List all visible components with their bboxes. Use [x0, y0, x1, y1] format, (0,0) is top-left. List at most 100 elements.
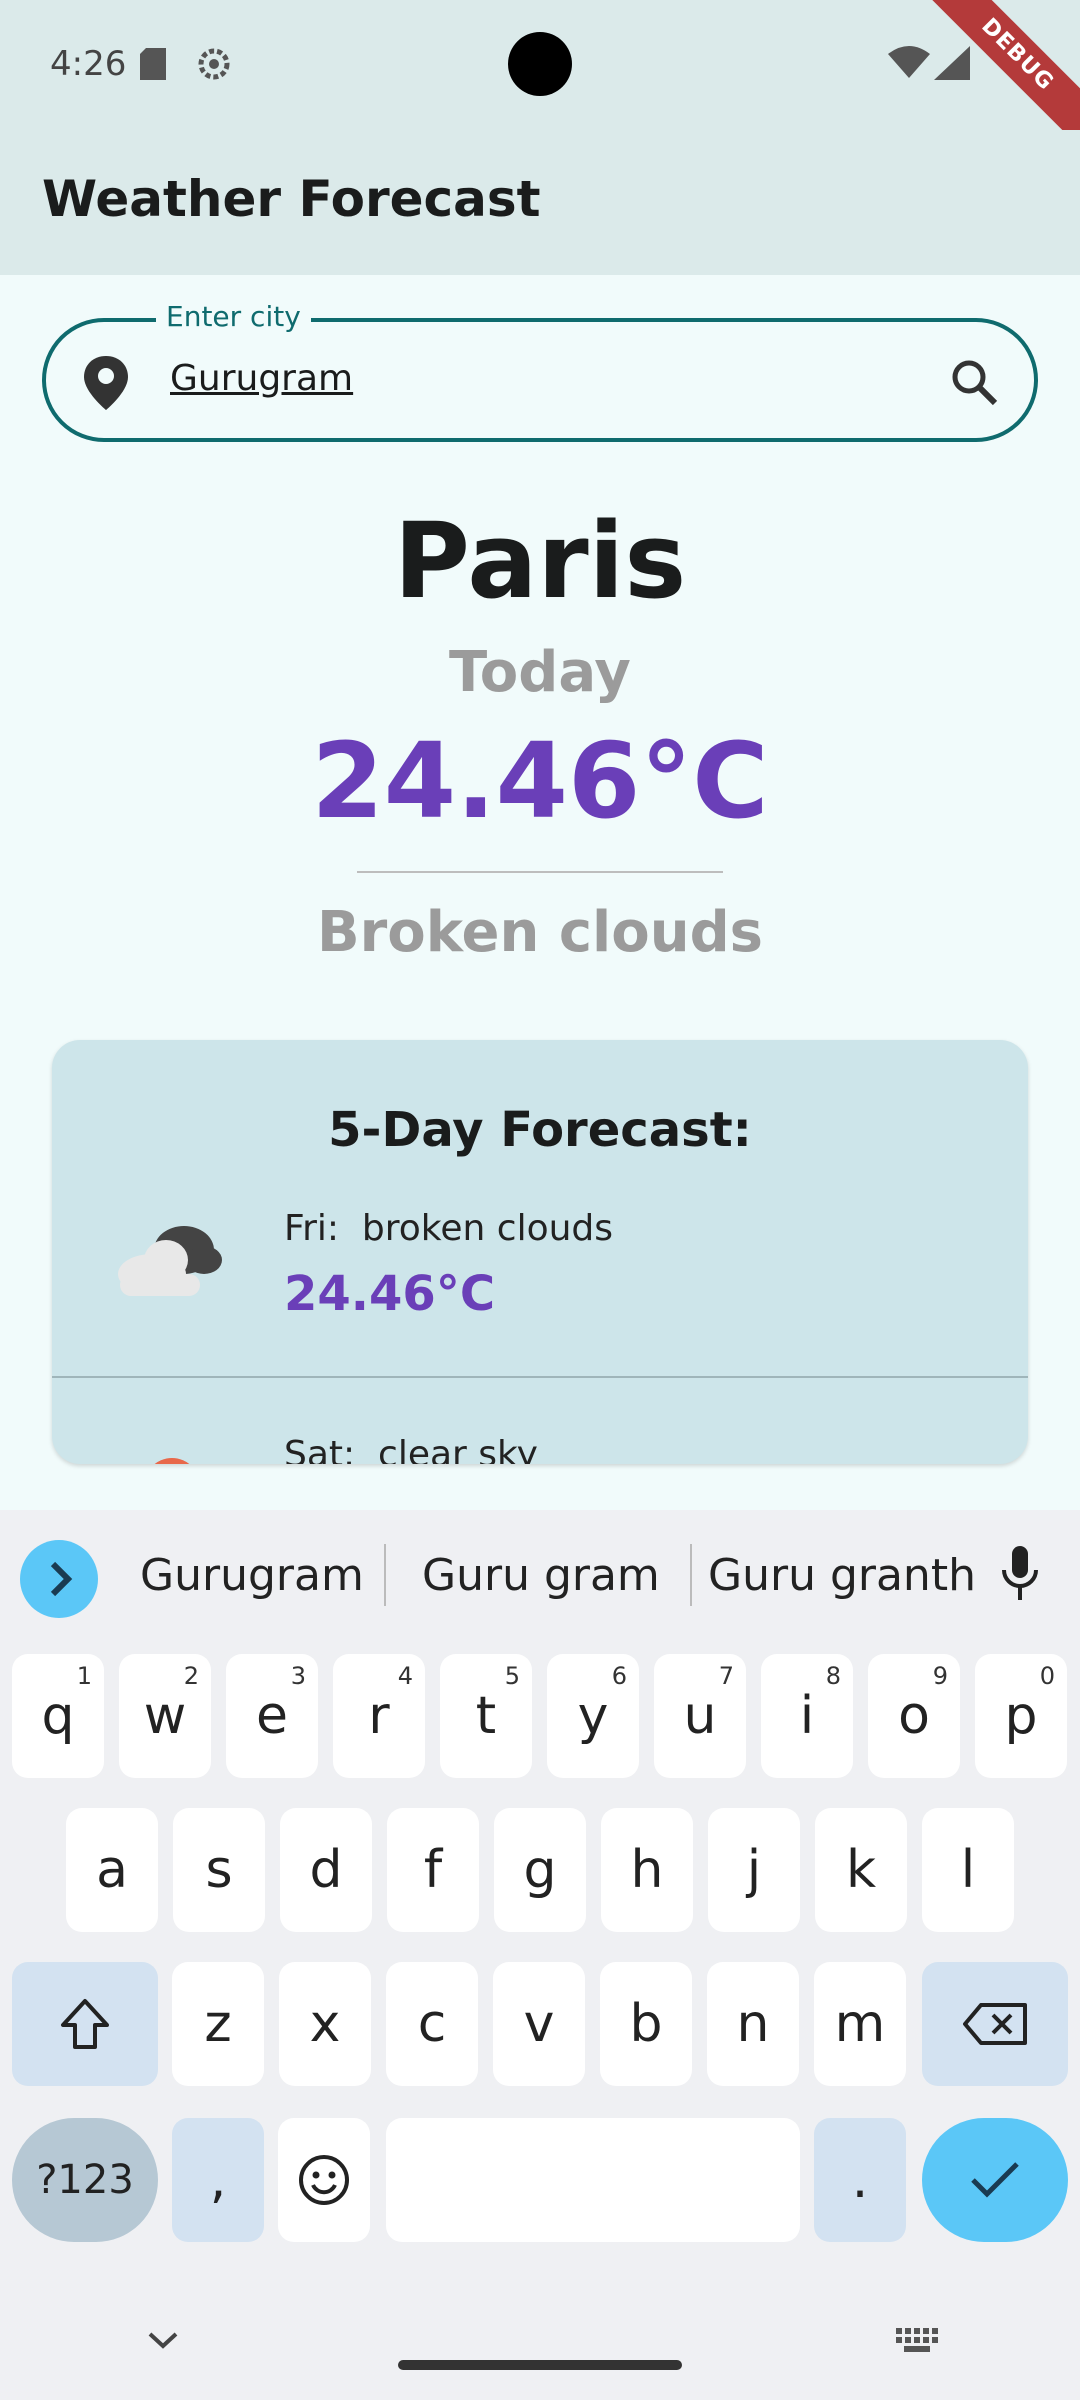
microphone-icon[interactable]: [1000, 1546, 1040, 1606]
key-m[interactable]: m: [814, 1962, 906, 2086]
key-k[interactable]: k: [815, 1808, 907, 1932]
search-icon[interactable]: [950, 358, 998, 410]
key-label: c: [417, 1994, 447, 2054]
list-item: Fri: broken clouds: [284, 1208, 613, 1249]
backspace-key[interactable]: [922, 1962, 1068, 2086]
emoji-key[interactable]: [278, 2118, 370, 2242]
suggestion-3[interactable]: Guru granth: [708, 1550, 976, 1601]
weather-description: Broken clouds: [316, 900, 763, 965]
app-title: Weather Forecast: [42, 170, 541, 228]
city-input[interactable]: Gurugram: [170, 358, 870, 399]
key-label: u: [683, 1686, 717, 1746]
key-label: k: [845, 1840, 877, 1900]
divider: [384, 1544, 386, 1606]
key-e[interactable]: e3: [226, 1654, 318, 1778]
sun-icon: [142, 1456, 202, 1464]
key-b[interactable]: b: [600, 1962, 692, 2086]
key-number-hint: 2: [183, 1662, 199, 1690]
key-label: d: [309, 1840, 343, 1900]
key-g[interactable]: g: [494, 1808, 586, 1932]
status-bar: 4:26 DEBUG: [0, 0, 1080, 159]
key-i[interactable]: i8: [761, 1654, 853, 1778]
key-number-hint: 3: [290, 1662, 306, 1690]
done-key[interactable]: [922, 2118, 1068, 2242]
key-t[interactable]: t5: [440, 1654, 532, 1778]
key-label: r: [368, 1686, 390, 1746]
key-s[interactable]: s: [173, 1808, 265, 1932]
key-number-hint: 8: [825, 1662, 841, 1690]
city-name: Paris: [393, 500, 687, 622]
forecast-title: 5-Day Forecast:: [328, 1102, 752, 1158]
key-d[interactable]: d: [280, 1808, 372, 1932]
key-j[interactable]: j: [708, 1808, 800, 1932]
key-c[interactable]: c: [386, 1962, 478, 2086]
key-y[interactable]: y6: [547, 1654, 639, 1778]
comma-key[interactable]: ,: [172, 2118, 264, 2242]
key-number-hint: 1: [76, 1662, 92, 1690]
key-label: x: [309, 1994, 341, 2054]
key-number-hint: 6: [611, 1662, 627, 1690]
camera-cutout: [508, 32, 572, 96]
key-number-hint: 5: [504, 1662, 520, 1690]
suggestions-expand-button[interactable]: [20, 1540, 98, 1618]
key-o[interactable]: o9: [868, 1654, 960, 1778]
key-v[interactable]: v: [493, 1962, 585, 2086]
key-label: w: [143, 1686, 187, 1746]
key-label: t: [475, 1686, 497, 1746]
key-q[interactable]: q1: [12, 1654, 104, 1778]
key-label: h: [630, 1840, 664, 1900]
key-label: j: [746, 1840, 762, 1900]
key-n[interactable]: n: [707, 1962, 799, 2086]
key-z[interactable]: z: [172, 1962, 264, 2086]
key-label: m: [834, 1994, 886, 2054]
key-label: z: [204, 1994, 232, 2054]
hide-keyboard-icon[interactable]: [146, 2330, 180, 2354]
settings-icon: [196, 46, 232, 86]
key-number-hint: 4: [397, 1662, 413, 1690]
signal-icon: [934, 46, 970, 84]
divider: [357, 871, 723, 873]
key-p[interactable]: p0: [975, 1654, 1067, 1778]
key-label: a: [96, 1840, 128, 1900]
key-label: p: [1004, 1686, 1038, 1746]
forecast-temperature: 24.46°C: [284, 1266, 496, 1322]
space-key[interactable]: [386, 2118, 800, 2242]
key-r[interactable]: r4: [333, 1654, 425, 1778]
key-label: e: [256, 1686, 288, 1746]
key-f[interactable]: f: [387, 1808, 479, 1932]
sd-card-icon: [140, 48, 166, 84]
key-number-hint: 9: [932, 1662, 948, 1690]
home-gesture-bar[interactable]: [398, 2360, 682, 2370]
soft-keyboard: Gurugram Guru gram Guru granth ?123 , . …: [0, 1510, 1080, 2400]
symbols-key[interactable]: ?123: [12, 2118, 158, 2242]
key-label: l: [960, 1840, 976, 1900]
city-field-label: Enter city: [156, 300, 311, 333]
key-u[interactable]: u7: [654, 1654, 746, 1778]
current-temperature: 24.46°C: [311, 720, 769, 842]
divider: [690, 1544, 692, 1606]
key-label: n: [736, 1994, 770, 2054]
key-l[interactable]: l: [922, 1808, 1014, 1932]
location-pin-icon: [82, 356, 130, 414]
key-x[interactable]: x: [279, 1962, 371, 2086]
key-label: g: [523, 1840, 557, 1900]
suggestion-2[interactable]: Guru gram: [422, 1550, 660, 1601]
city-search-field[interactable]: Enter city Gurugram: [42, 300, 1038, 442]
list-item: Sat: clear sky: [284, 1434, 538, 1464]
app-bar: Weather Forecast: [0, 130, 1080, 275]
key-w[interactable]: w2: [119, 1654, 211, 1778]
period-key[interactable]: .: [814, 2118, 906, 2242]
key-label: i: [799, 1686, 815, 1746]
keyboard-switch-icon[interactable]: [894, 2326, 940, 2358]
key-label: s: [205, 1840, 233, 1900]
forecast-day: Sat:: [284, 1434, 356, 1464]
shift-key[interactable]: [12, 1962, 158, 2086]
suggestion-1[interactable]: Gurugram: [140, 1550, 364, 1601]
key-label: y: [577, 1686, 609, 1746]
key-a[interactable]: a: [66, 1808, 158, 1932]
key-label: o: [898, 1686, 930, 1746]
key-h[interactable]: h: [601, 1808, 693, 1932]
status-time: 4:26: [50, 44, 127, 84]
divider: [52, 1376, 1028, 1378]
key-label: b: [629, 1994, 663, 2054]
